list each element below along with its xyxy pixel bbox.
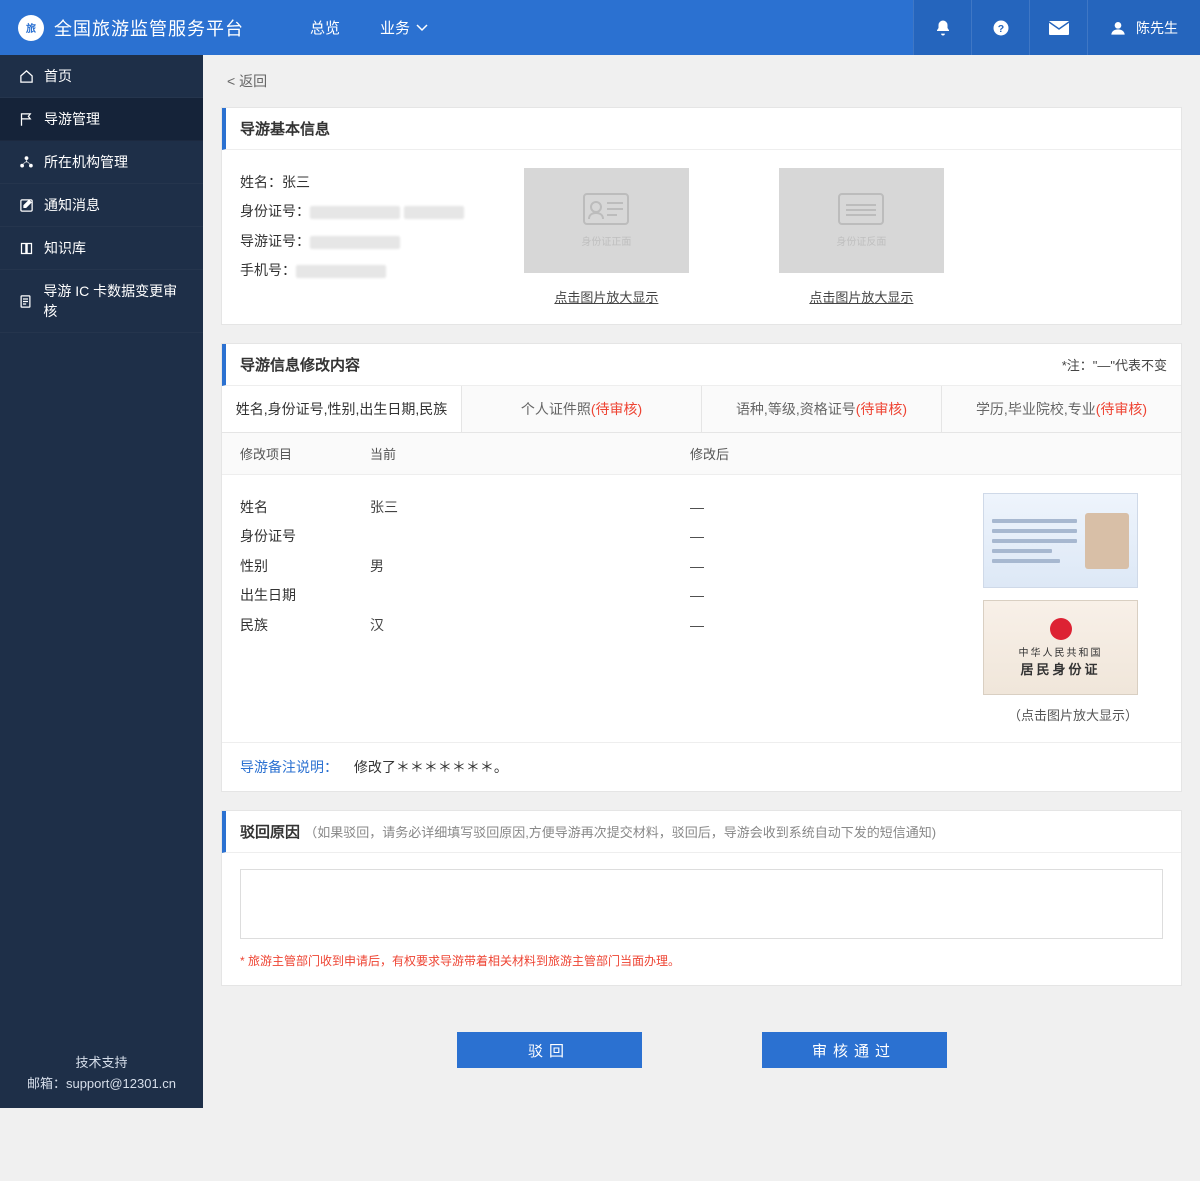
sidebar-item-notice[interactable]: 通知消息 [0,184,203,227]
sidebar-item-guide[interactable]: 导游管理 [0,98,203,141]
nav-overview[interactable]: 总览 [310,17,340,38]
app-title: 全国旅游监管服务平台 [54,15,244,41]
reject-note: * 旅游主管部门收到申请后，有权要求导游带着相关材料到旅游主管部门当面办理。 [240,952,1163,969]
id-front-image[interactable]: 身份证正面 [524,168,689,273]
bell-icon[interactable] [913,0,971,55]
sidebar-item-ic[interactable]: 导游 IC 卡数据变更审核 [0,270,203,333]
main: < 返回 导游基本信息 姓名：张三 身份证号： 导游证号： 手机号： [203,55,1200,1108]
panel-reject-title: 驳回原因 （如果驳回，请务必详细填写驳回原因,方便导游再次提交材料，驳回后，导游… [222,811,1181,853]
tab-photo[interactable]: 个人证件照(待审核) [462,386,702,432]
approve-button[interactable]: 审核通过 [762,1032,947,1068]
panel-mod-title: 导游信息修改内容 *注："—"代表不变 [222,344,1181,386]
back-link[interactable]: < 返回 [227,73,267,89]
book-icon [18,240,34,256]
tab-basic[interactable]: 姓名,身份证号,性别,出生日期,民族 [222,386,462,432]
svg-text:?: ? [997,22,1003,34]
remark-row: 导游备注说明： 修改了＊＊＊＊＊＊＊。 [222,742,1181,791]
panel-basic-title: 导游基本信息 [222,108,1181,150]
mod-id-front[interactable] [983,493,1138,588]
sidebar-footer: 技术支持 邮箱：support@12301.cn [0,1036,203,1108]
logo-icon: 旅 [18,15,44,41]
mod-id-images: 中华人民共和国 居民身份证 （点击图片放大显示） [983,493,1163,724]
mod-enlarge-hint: （点击图片放大显示） [983,705,1163,724]
breadcrumb: < 返回 [203,55,1200,107]
mod-after: — — — — — [690,493,983,724]
org-icon [18,154,34,170]
tabs: 姓名,身份证号,性别,出生日期,民族 个人证件照(待审核) 语种,等级,资格证号… [222,386,1181,433]
header: 旅 全国旅游监管服务平台 总览 业务 ? 陈先生 [0,0,1200,55]
reject-button[interactable]: 驳回 [457,1032,642,1068]
tab-lang[interactable]: 语种,等级,资格证号(待审核) [702,386,942,432]
user-menu[interactable]: 陈先生 [1087,0,1200,55]
header-right: ? 陈先生 [913,0,1200,55]
panel-mod: 导游信息修改内容 *注："—"代表不变 姓名,身份证号,性别,出生日期,民族 个… [221,343,1182,792]
sidebar-item-kb[interactable]: 知识库 [0,227,203,270]
sidebar-item-home[interactable]: 首页 [0,55,203,98]
mod-table-head: 修改项目 当前 修改后 [222,433,1181,475]
user-name: 陈先生 [1136,18,1178,38]
sidebar: 首页 导游管理 所在机构管理 通知消息 知识库 导游 IC 卡数据变更审核 技术… [0,55,203,1108]
mod-rows: 姓名张三 身份证号 性别男 出生日期 民族汉 [240,493,690,724]
user-icon [1110,20,1126,36]
home-icon [18,68,34,84]
nav-business[interactable]: 业务 [380,17,428,38]
panel-basic: 导游基本信息 姓名：张三 身份证号： 导游证号： 手机号： 身份证正 [221,107,1182,325]
edit-icon [18,197,34,213]
sidebar-item-org[interactable]: 所在机构管理 [0,141,203,184]
flag-icon [18,111,34,127]
id-back-enlarge[interactable]: 点击图片放大显示 [779,287,944,306]
emblem-icon [1050,618,1072,640]
logo-area: 旅 全国旅游监管服务平台 [0,15,290,41]
reject-textarea[interactable] [240,869,1163,939]
chevron-down-icon [416,24,428,32]
basic-fields: 姓名：张三 身份证号： 导游证号： 手机号： [240,168,464,306]
id-back-image[interactable]: 身份证反面 [779,168,944,273]
mod-id-back[interactable]: 中华人民共和国 居民身份证 [983,600,1138,695]
mail-icon[interactable] [1029,0,1087,55]
id-front-enlarge[interactable]: 点击图片放大显示 [524,287,689,306]
nav: 总览 业务 [290,17,428,38]
actions: 驳回 审核通过 [203,1004,1200,1108]
doc-icon [18,293,33,309]
help-icon[interactable]: ? [971,0,1029,55]
panel-reject: 驳回原因 （如果驳回，请务必详细填写驳回原因,方便导游再次提交材料，驳回后，导游… [221,810,1182,986]
tab-edu[interactable]: 学历,毕业院校,专业(待审核) [942,386,1181,432]
